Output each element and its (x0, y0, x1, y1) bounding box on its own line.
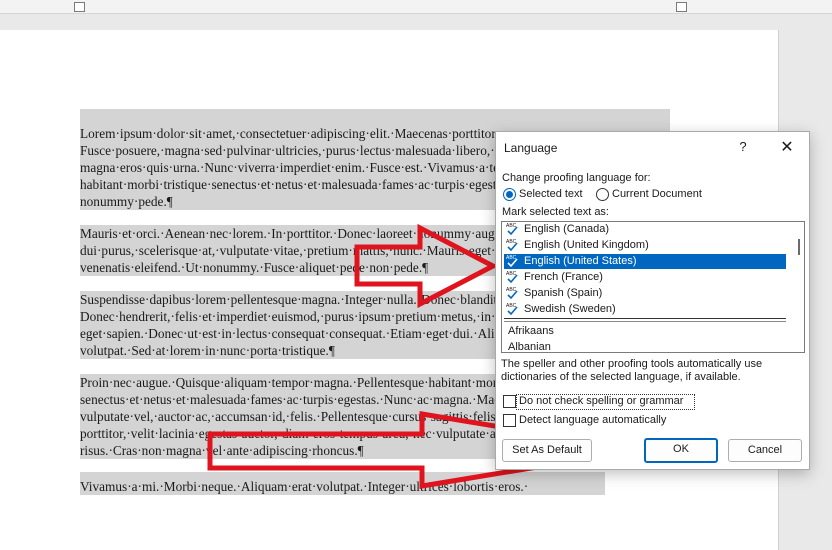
horizontal-ruler[interactable] (0, 0, 832, 14)
set-as-default-button[interactable]: Set As Default (502, 439, 592, 462)
language-option[interactable]: Albanian (508, 341, 551, 352)
help-button[interactable]: ? (736, 139, 750, 157)
spellcheck-abc-icon: ABC (506, 254, 519, 269)
language-option[interactable]: ABC French (France) (504, 270, 786, 285)
language-name: Spanish (Spain) (524, 287, 603, 299)
no-spelling-checkbox[interactable] (503, 395, 516, 408)
no-spelling-label[interactable]: Do not check spelling or grammar (519, 395, 683, 407)
language-option[interactable]: ABC English (Canada) (504, 222, 786, 237)
proofing-description: The speller and other proofing tools aut… (501, 358, 763, 383)
radio-selected-text-label[interactable]: Selected text (519, 188, 583, 200)
cancel-button[interactable]: Cancel (728, 439, 802, 462)
dialog-title: Language (504, 141, 558, 155)
right-indent-marker[interactable] (676, 2, 687, 12)
language-name: French (France) (524, 271, 603, 283)
language-name: English (United States) (524, 255, 637, 267)
list-separator (504, 318, 786, 319)
language-option[interactable]: ABC English (United Kingdom) (504, 238, 786, 253)
paragraph[interactable]: Vivamus·a·mi.·Morbi·neque.·Aliquam·erat·… (80, 472, 605, 495)
detect-language-checkbox[interactable] (503, 414, 516, 427)
change-proofing-label: Change proofing language for: (502, 172, 651, 184)
left-indent-marker[interactable] (74, 2, 85, 12)
spellcheck-abc-icon: ABC (506, 286, 519, 301)
radio-current-document-label[interactable]: Current Document (612, 188, 702, 200)
language-option[interactable]: ABC English (United States) (504, 254, 786, 269)
language-name: English (United Kingdom) (524, 239, 649, 251)
radio-selected-text[interactable] (503, 188, 516, 201)
spellcheck-abc-icon: ABC (506, 302, 519, 317)
detect-language-label[interactable]: Detect language automatically (519, 414, 666, 426)
mark-selected-label: Mark selected text as: (502, 206, 609, 218)
spellcheck-abc-icon: ABC (506, 238, 519, 253)
language-name: Swedish (Sweden) (524, 303, 616, 315)
language-listbox[interactable]: ABC English (Canada) ABC English (United Ki… (501, 221, 805, 353)
language-dialog[interactable]: Language ? ✕ Change proofing language fo… (495, 131, 810, 470)
list-separator (504, 321, 786, 322)
spellcheck-abc-icon: ABC (506, 222, 519, 237)
spellcheck-abc-icon: ABC (506, 270, 519, 285)
language-name: English (Canada) (524, 223, 609, 235)
language-option[interactable]: Afrikaans (508, 325, 554, 337)
language-option[interactable]: ABC Spanish (Spain) (504, 286, 786, 301)
ok-button[interactable]: OK (644, 438, 718, 463)
radio-current-document[interactable] (596, 188, 609, 201)
listbox-scrollbar-thumb[interactable] (798, 239, 800, 255)
language-option[interactable]: ABC Swedish (Sweden) (504, 302, 786, 317)
close-button[interactable]: ✕ (776, 137, 798, 157)
